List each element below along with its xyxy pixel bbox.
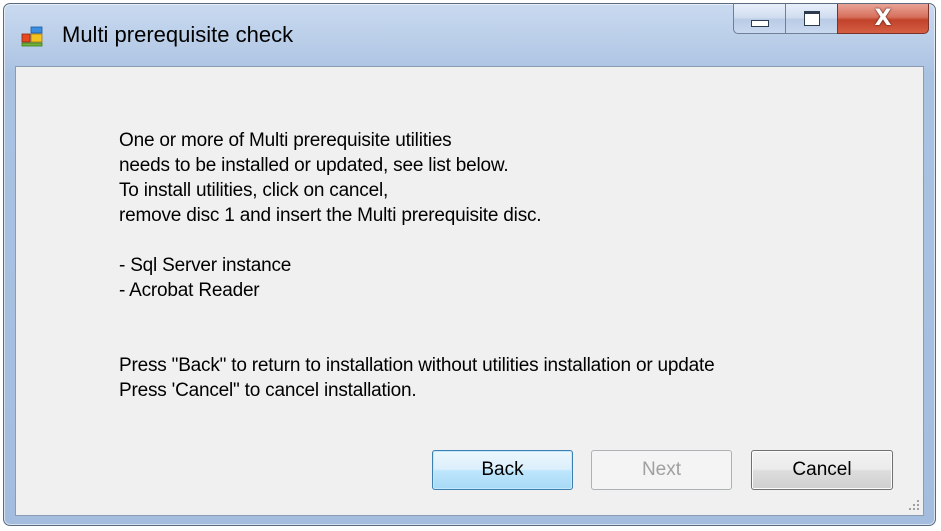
minimize-button[interactable] — [733, 4, 785, 34]
dialog-window: Multi prerequisite check X One or more o… — [3, 3, 936, 526]
app-icon — [21, 26, 43, 47]
close-icon: X — [874, 5, 892, 31]
dialog-content: One or more of Multi prerequisite utilit… — [15, 66, 924, 516]
next-button[interactable]: Next — [591, 450, 732, 490]
maximize-button[interactable] — [785, 4, 837, 34]
message-text: One or more of Multi prerequisite utilit… — [119, 128, 715, 403]
caption-buttons: X — [733, 4, 929, 34]
resize-grip-icon[interactable] — [908, 500, 920, 512]
maximize-icon — [803, 11, 820, 26]
message-line: One or more of Multi prerequisite utilit… — [119, 130, 452, 151]
back-button[interactable]: Back — [432, 450, 573, 490]
missing-item: - Acrobat Reader — [119, 280, 260, 301]
instruction-line: Press "Back" to return to installation w… — [119, 355, 715, 376]
minimize-icon — [750, 20, 769, 27]
message-line: To install utilities, click on cancel, — [119, 180, 389, 201]
instruction-line: Press 'Cancel" to cancel installation. — [119, 380, 417, 401]
window-title: Multi prerequisite check — [62, 22, 294, 47]
cancel-button[interactable]: Cancel — [751, 450, 893, 490]
message-line: needs to be installed or updated, see li… — [119, 155, 509, 176]
message-line: remove disc 1 and insert the Multi prere… — [119, 205, 542, 226]
missing-item: - Sql Server instance — [119, 255, 292, 276]
close-button[interactable]: X — [837, 4, 929, 34]
title-bar[interactable]: Multi prerequisite check X — [4, 4, 935, 66]
